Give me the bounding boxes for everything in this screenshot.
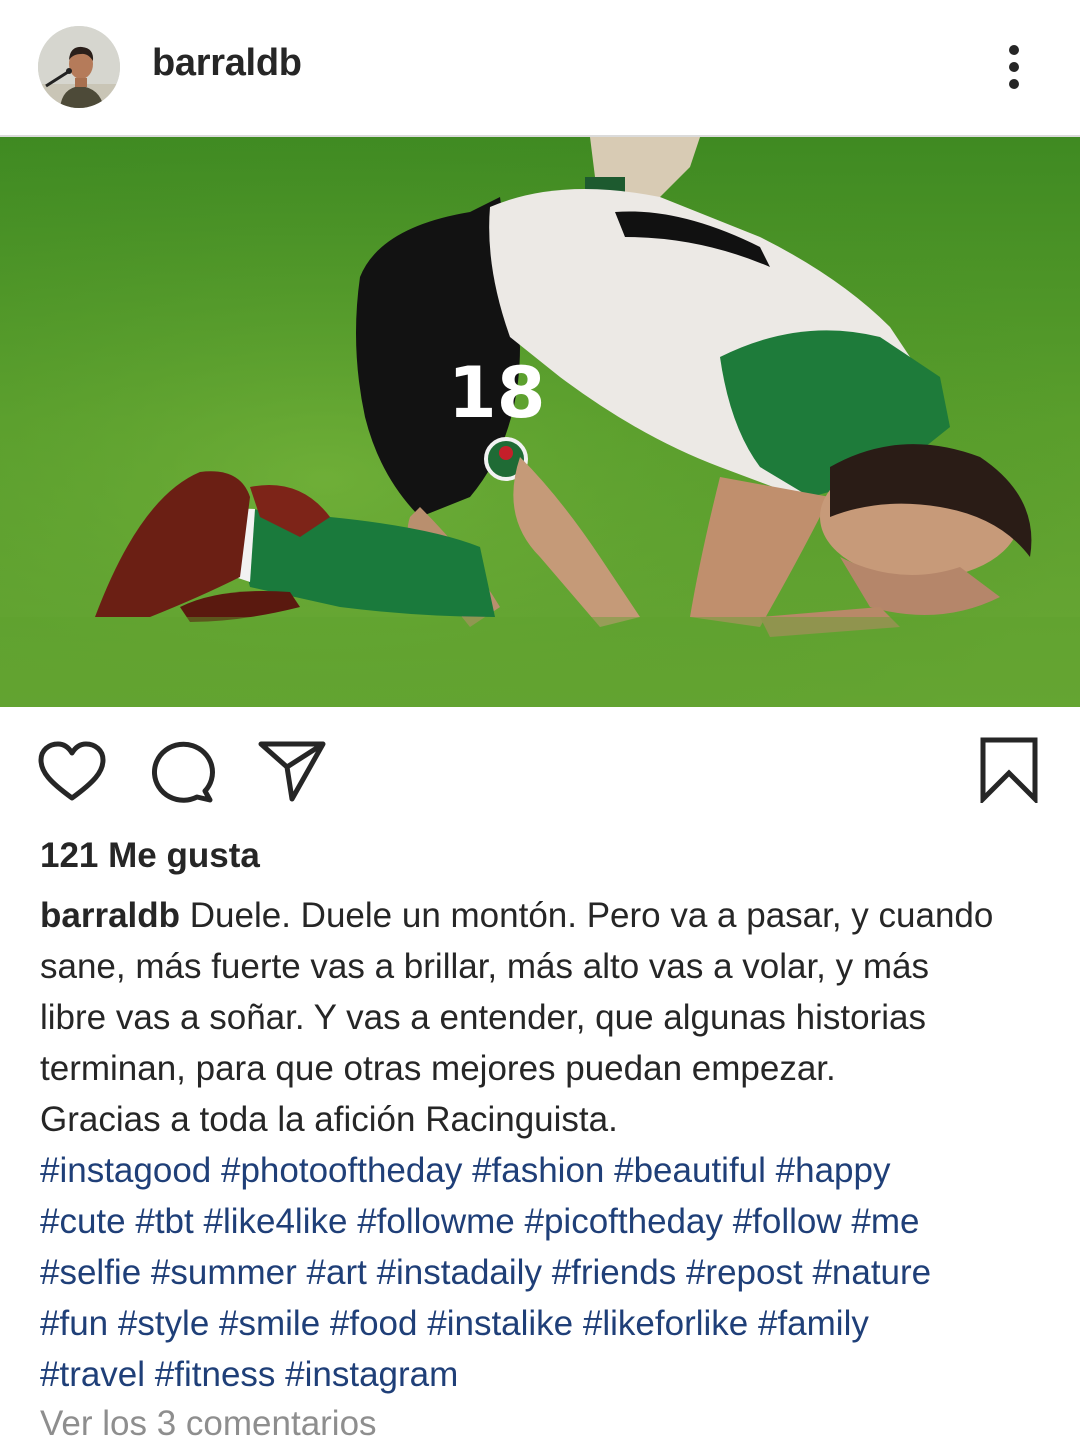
hashtag-link[interactable]: #smile (219, 1304, 320, 1343)
save-button[interactable] (980, 737, 1038, 808)
hashtag-line: #travel #fitness #instagram (40, 1349, 1050, 1400)
hashtag-link[interactable]: #repost (686, 1253, 803, 1292)
hashtag-link[interactable]: #beautiful (614, 1151, 766, 1190)
post-image: 18 (0, 137, 1080, 707)
bookmark-icon (980, 737, 1038, 806)
action-bar (0, 707, 1080, 827)
hashtag-link[interactable]: #instagram (285, 1355, 458, 1394)
hashtag-line: #cute #tbt #like4like #followme #picofth… (40, 1196, 1050, 1247)
hashtag-link[interactable]: #fashion (472, 1151, 604, 1190)
hashtag-link[interactable]: #picoftheday (525, 1202, 723, 1241)
hashtag-line: #instagood #photooftheday #fashion #beau… (40, 1145, 1050, 1196)
hashtag-link[interactable]: #follow (733, 1202, 842, 1241)
hashtag-link[interactable]: #selfie (40, 1253, 141, 1292)
hashtag-link[interactable]: #summer (151, 1253, 297, 1292)
post-photo[interactable]: 18 (0, 137, 1080, 707)
hashtag-line: #selfie #summer #art #instadaily #friend… (40, 1247, 1050, 1298)
jersey-number: 18 (448, 352, 545, 434)
caption-username[interactable]: barraldb (40, 896, 180, 935)
hashtag-link[interactable]: #followme (357, 1202, 515, 1241)
hashtag-link[interactable]: #food (330, 1304, 418, 1343)
caption-line: libre vas a soñar. Y vas a entender, que… (40, 998, 926, 1037)
hashtag-link[interactable]: #art (307, 1253, 367, 1292)
hashtag-link[interactable]: #tbt (135, 1202, 193, 1241)
hashtag-link[interactable]: #instagood (40, 1151, 211, 1190)
hashtag-link[interactable]: #instalike (427, 1304, 573, 1343)
hashtag-list: #instagood #photooftheday #fashion #beau… (40, 1145, 1050, 1400)
share-button[interactable] (258, 741, 326, 808)
caption-text: Duele. Duele un montón. Pero va a pasar,… (189, 896, 994, 935)
caption-line: barraldb Duele. Duele un montón. Pero va… (40, 890, 1050, 941)
hashtag-link[interactable]: #fun (40, 1304, 108, 1343)
hashtag-link[interactable]: #family (758, 1304, 869, 1343)
avatar-image (38, 26, 120, 108)
hashtag-link[interactable]: #like4like (203, 1202, 347, 1241)
comment-button[interactable] (150, 741, 216, 810)
hashtag-link[interactable]: #likeforlike (583, 1304, 748, 1343)
avatar[interactable] (38, 26, 120, 108)
more-vertical-icon (1009, 45, 1019, 89)
send-icon (258, 741, 326, 802)
post-caption: barraldb Duele. Duele un montón. Pero va… (40, 890, 1050, 1400)
caption-line: Gracias a toda la afición Racinguista. (40, 1100, 618, 1139)
hashtag-link[interactable]: #happy (776, 1151, 891, 1190)
hashtag-link[interactable]: #travel (40, 1355, 145, 1394)
hashtag-link[interactable]: #instadaily (377, 1253, 542, 1292)
more-options-button[interactable] (990, 40, 1038, 96)
hashtag-link[interactable]: #photooftheday (221, 1151, 462, 1190)
heart-icon (38, 741, 106, 801)
caption-line: sane, más fuerte vas a brillar, más alto… (40, 947, 929, 986)
hashtag-line: #fun #style #smile #food #instalike #lik… (40, 1298, 1050, 1349)
comment-icon (152, 741, 215, 803)
likes-count[interactable]: 121 Me gusta (40, 836, 260, 876)
hashtag-link[interactable]: #cute (40, 1202, 126, 1241)
hashtag-link[interactable]: #style (118, 1304, 209, 1343)
view-comments-link[interactable]: Ver los 3 comentarios (40, 1404, 377, 1444)
post-header: barraldb (0, 0, 1080, 137)
caption-line: terminan, para que otras mejores puedan … (40, 1049, 836, 1088)
hashtag-link[interactable]: #fitness (155, 1355, 276, 1394)
hashtag-link[interactable]: #nature (812, 1253, 931, 1292)
hashtag-link[interactable]: #friends (552, 1253, 677, 1292)
hashtag-link[interactable]: #me (851, 1202, 919, 1241)
like-button[interactable] (38, 741, 106, 808)
post-username[interactable]: barraldb (152, 42, 302, 85)
